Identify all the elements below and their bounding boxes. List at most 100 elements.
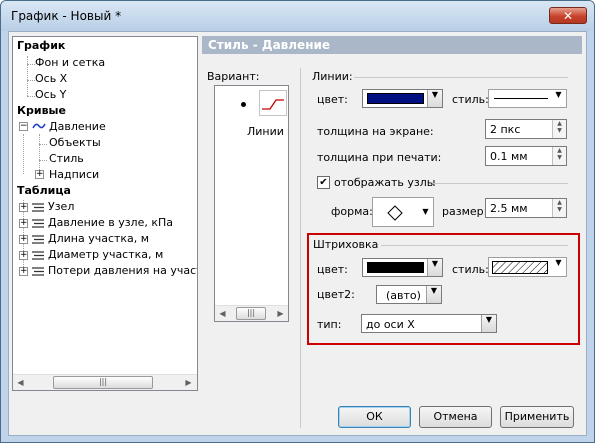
diamond-icon [387, 205, 403, 221]
tree-horizontal-scrollbar[interactable]: ◀ ||| ▶ [13, 374, 197, 390]
variant-scrollbar[interactable]: ◀ ||| ▶ [215, 305, 288, 321]
tree-item-objects[interactable]: Объекты [49, 136, 101, 149]
tree-item-curves[interactable]: Кривые [17, 104, 66, 117]
close-button[interactable]: ✕ [549, 7, 587, 24]
tree-connector [39, 160, 47, 161]
scroll-right-icon[interactable]: ▶ [181, 375, 196, 390]
table-column-icon [32, 267, 44, 276]
expand-icon[interactable]: + [19, 267, 28, 276]
tree-item-pressure-loss[interactable]: Потери давления на участк [48, 264, 197, 277]
hatch-color2-label: цвет2: [317, 288, 355, 301]
hatch-type-value: до оси X [366, 318, 415, 331]
tree-item-axis-y[interactable]: Ось Y [35, 88, 66, 101]
tree-item-labels[interactable]: Надписи [49, 168, 99, 181]
tree-item-pressure[interactable]: Давление [49, 120, 106, 133]
screen-width-value: 2 пкс [490, 123, 521, 136]
nodes-separator [433, 183, 568, 184]
settings-tree[interactable]: График Фон и сетка Ось X Ось Y Кривые − … [12, 36, 198, 391]
tree-item-axis-x[interactable]: Ось X [35, 72, 67, 85]
tree-item-node[interactable]: Узел [48, 200, 74, 213]
ok-button[interactable]: ОК [338, 406, 411, 428]
hatch-style-label: стиль: [452, 263, 489, 276]
title-bar: График - Новый * ✕ [1, 1, 594, 31]
tree-connector [27, 64, 35, 65]
table-column-icon [32, 235, 44, 244]
line-color-label: цвет: [317, 93, 348, 106]
tree-item-segment-diameter[interactable]: Диаметр участка, м [48, 248, 163, 261]
print-width-value: 0.1 мм [490, 150, 528, 163]
spinner-arrows-icon[interactable]: ▲ ▼ [552, 120, 566, 138]
dialog-window: График - Новый * ✕ График Фон и сетка Ос… [0, 0, 595, 443]
shape-select[interactable]: ▼ [372, 197, 434, 227]
hatch-group-label: Штриховка [313, 238, 379, 251]
lines-group-label: Линии: [312, 70, 353, 83]
scroll-left-icon[interactable]: ◀ [13, 375, 28, 390]
hatch-color2-value: (авто) [386, 289, 421, 302]
chevron-down-icon: ▼ [427, 90, 442, 107]
scroll-thumb[interactable]: ||| [53, 376, 153, 389]
curve-line-icon [32, 123, 46, 129]
size-label: размер: [442, 205, 488, 218]
variant-label: Вариант: [207, 70, 260, 83]
size-spinner[interactable]: 2.5 мм ▲ ▼ [485, 198, 567, 218]
window-title: График - Новый * [11, 9, 122, 23]
apply-button[interactable]: Применить [500, 406, 574, 428]
chevron-down-icon: ▼ [427, 259, 442, 276]
close-icon: ✕ [562, 9, 574, 23]
tree-item-table[interactable]: Таблица [17, 184, 71, 197]
show-nodes-checkbox[interactable]: ✔ [317, 176, 330, 189]
tree-item-segment-length[interactable]: Длина участка, м [48, 232, 149, 245]
hatch-separator [381, 245, 568, 246]
line-style-preview [494, 98, 548, 99]
table-column-icon [32, 203, 44, 212]
spinner-arrows-icon[interactable]: ▲ ▼ [552, 199, 566, 217]
panel-header: Стиль - Давление [202, 36, 582, 54]
cancel-button[interactable]: Отмена [419, 406, 492, 428]
spinner-arrows-icon[interactable]: ▲ ▼ [552, 147, 566, 165]
expand-icon[interactable]: + [19, 251, 28, 260]
line-style-select[interactable]: ▼ [488, 89, 567, 108]
hatch-color-label: цвет: [317, 263, 348, 276]
shape-label: форма: [331, 205, 373, 218]
expand-icon[interactable]: + [19, 235, 28, 244]
scroll-thumb[interactable]: ||| [236, 307, 266, 320]
tree-item-background[interactable]: Фон и сетка [35, 56, 105, 69]
tree-connector [39, 134, 40, 174]
hatch-type-select[interactable]: до оси X ▼ [361, 314, 497, 333]
variant-list[interactable]: Линии ◀ ||| ▶ [214, 85, 289, 322]
chevron-down-icon: ▼ [551, 90, 566, 107]
selected-dot-icon [241, 102, 246, 107]
expand-icon[interactable]: + [19, 203, 28, 212]
table-column-icon [32, 251, 44, 260]
hatch-style-select[interactable]: ▼ [488, 257, 567, 277]
hatch-pattern-icon [492, 261, 548, 274]
expand-icon[interactable]: + [19, 219, 28, 228]
scroll-left-icon[interactable]: ◀ [215, 306, 230, 321]
tree-connector [39, 144, 47, 145]
collapse-icon[interactable]: − [19, 122, 28, 131]
screen-width-label: толщина на экране: [317, 125, 434, 138]
tree-connector [23, 134, 24, 174]
tree-item-node-pressure[interactable]: Давление в узле, кПа [48, 216, 173, 229]
scroll-right-icon[interactable]: ▶ [273, 306, 288, 321]
tree-connector [27, 96, 35, 97]
hatch-color2-select[interactable]: (авто) ▼ [376, 285, 442, 304]
lines-separator [354, 77, 568, 78]
chevron-down-icon: ▼ [418, 198, 433, 226]
screen-width-spinner[interactable]: 2 пкс ▲ ▼ [485, 119, 567, 139]
show-nodes-label: отображать узлы [334, 176, 436, 189]
tree-connector [27, 80, 35, 81]
hatch-color-select[interactable]: ▼ [362, 258, 443, 277]
lines-variant-icon[interactable] [259, 90, 287, 116]
dialog-client-area: График Фон и сетка Ось X Ось Y Кривые − … [8, 31, 587, 436]
table-column-icon [32, 219, 44, 228]
tree-item-graph[interactable]: График [17, 39, 65, 52]
variant-option-label[interactable]: Линии [247, 125, 284, 138]
print-width-spinner[interactable]: 0.1 мм ▲ ▼ [485, 146, 567, 166]
tree-item-style[interactable]: Стиль [49, 152, 84, 165]
chevron-down-icon: ▼ [426, 286, 441, 303]
expand-icon[interactable]: + [35, 170, 44, 179]
line-style-label: стиль: [452, 93, 489, 106]
line-color-select[interactable]: ▼ [362, 89, 443, 108]
chevron-down-icon: ▼ [551, 258, 566, 276]
